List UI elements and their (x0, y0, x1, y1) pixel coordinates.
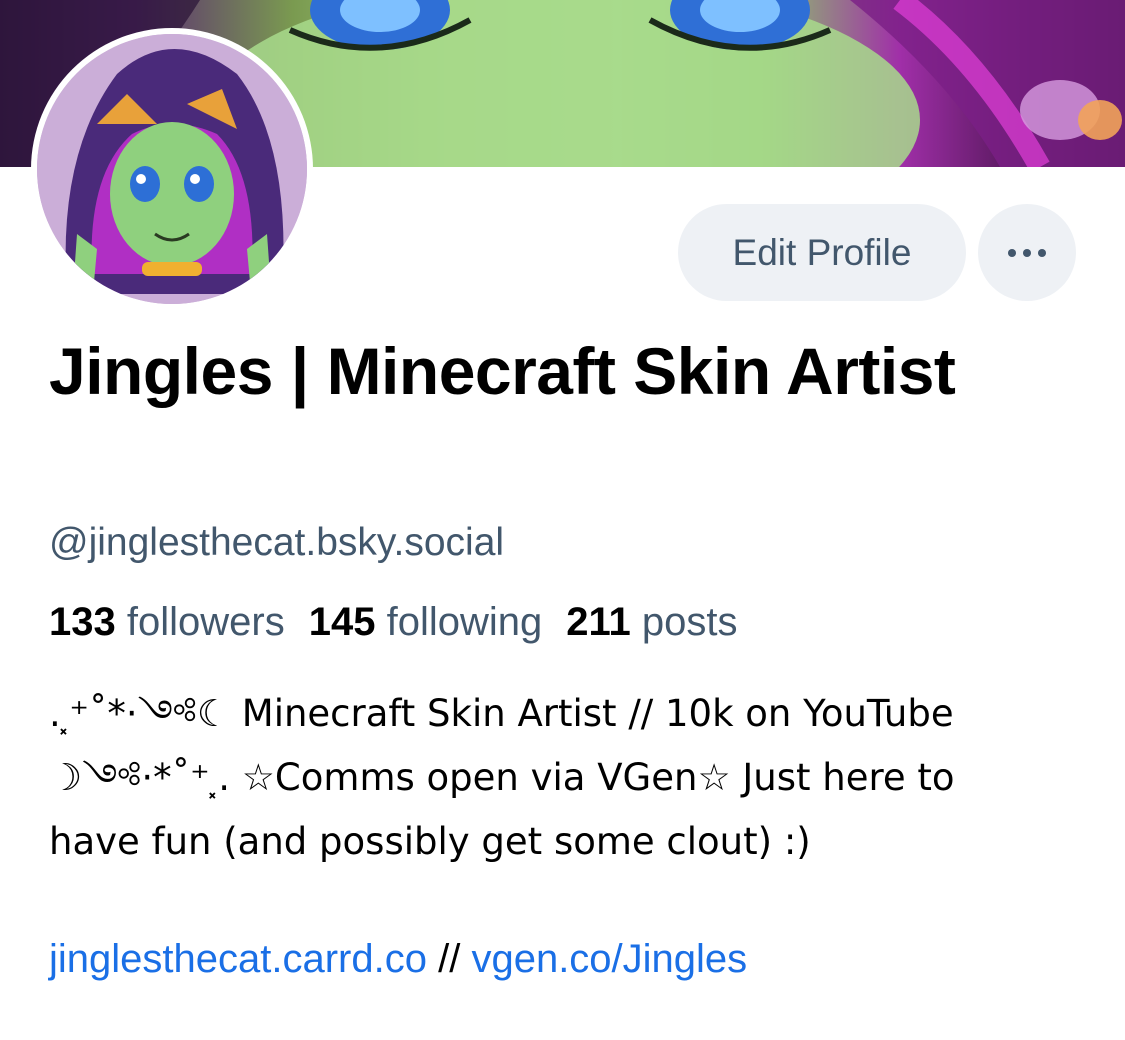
following-label: following (386, 600, 543, 644)
following-link[interactable]: 145 following (309, 600, 543, 644)
profile-links: jinglesthecat.carrd.co // vgen.co/Jingle… (49, 937, 747, 982)
following-count: 145 (308, 600, 376, 644)
posts-label: posts (641, 600, 738, 644)
posts-count: 211 (566, 600, 631, 644)
avatar[interactable] (31, 28, 313, 310)
profile-handle: @jinglesthecat.bsky.social (49, 521, 505, 564)
followers-link[interactable]: 133 followers (49, 600, 285, 644)
vgen-link[interactable]: vgen.co/Jingles (471, 937, 747, 981)
more-options-button[interactable] (978, 204, 1076, 301)
carrd-link[interactable]: jinglesthecat.carrd.co (49, 937, 427, 981)
more-horizontal-icon (1008, 248, 1016, 257)
more-horizontal-icon-dot (1023, 248, 1031, 257)
followers-label: followers (126, 600, 285, 644)
link-separator: // (438, 937, 461, 981)
display-name: Jingles | Minecraft Skin Artist (49, 334, 956, 408)
edit-profile-button[interactable]: Edit Profile (678, 204, 966, 301)
profile-bio: .⸼⁺˚*·༺☾ Minecraft Skin Artist // 10k on… (49, 692, 955, 863)
more-horizontal-icon-dot (1038, 248, 1046, 257)
avatar-illustration (37, 34, 307, 304)
avatar-image (37, 34, 307, 304)
followers-count: 133 (49, 600, 116, 644)
profile-stats: 133 followers 145 following 211 posts (49, 600, 738, 645)
